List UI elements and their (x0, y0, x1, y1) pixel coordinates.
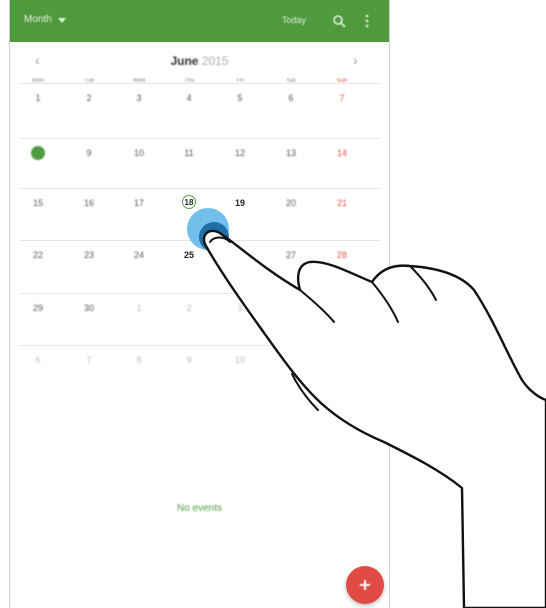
date-cell[interactable]: 5 (327, 303, 357, 313)
date-cell[interactable]: 1 (23, 93, 53, 103)
date-cell[interactable]: 27 (276, 250, 306, 260)
date-cell[interactable]: 26 (225, 250, 255, 260)
calendar-screen: Month Today ‹ June 2015 › Mon Tue Wed Thu Fr… (9, 0, 390, 608)
date-cell[interactable]: 11 (276, 355, 306, 365)
date-cell[interactable]: 23 (74, 250, 104, 260)
month-grid: 1234567891011121314151617181920212223242… (10, 0, 389, 400)
date-cell[interactable]: 9 (74, 148, 104, 158)
date-cell[interactable]: 20 (276, 198, 306, 208)
date-cell[interactable]: 24 (124, 250, 154, 260)
date-cell[interactable]: 1 (124, 303, 154, 313)
date-cell[interactable]: 2 (174, 303, 204, 313)
selected-date-cell[interactable]: 18 (182, 195, 196, 209)
date-cell[interactable]: 5 (225, 93, 255, 103)
date-cell[interactable]: 2 (74, 93, 104, 103)
date-cell[interactable]: 11 (174, 148, 204, 158)
date-cell[interactable]: 3 (124, 93, 154, 103)
date-cell[interactable]: 4 (174, 93, 204, 103)
date-cell[interactable]: 15 (23, 198, 53, 208)
date-cell[interactable]: 9 (174, 355, 204, 365)
date-cell[interactable]: 4 (276, 303, 306, 313)
date-cell[interactable]: 6 (276, 93, 306, 103)
week-divider (20, 345, 380, 346)
date-cell[interactable]: 16 (74, 198, 104, 208)
add-event-button[interactable] (346, 566, 384, 604)
week-divider (20, 293, 380, 294)
date-cell[interactable]: 25 (174, 250, 204, 260)
date-cell[interactable]: 8 (124, 355, 154, 365)
no-events-label: No events (176, 503, 223, 514)
date-cell[interactable]: 29 (23, 303, 53, 313)
date-cell[interactable]: 7 (327, 93, 357, 103)
date-cell[interactable]: 12 (225, 148, 255, 158)
date-cell[interactable]: 6 (23, 355, 53, 365)
date-cell[interactable]: 17 (124, 198, 154, 208)
date-cell[interactable]: 10 (225, 355, 255, 365)
today-date-cell[interactable]: 8 (31, 146, 45, 160)
plus-icon (360, 580, 370, 590)
date-cell[interactable]: 30 (74, 303, 104, 313)
week-divider (20, 240, 380, 241)
date-cell[interactable]: 7 (74, 355, 104, 365)
date-cell[interactable]: 10 (124, 148, 154, 158)
date-cell[interactable]: 22 (23, 250, 53, 260)
date-cell[interactable]: 19 (225, 198, 255, 208)
week-divider (20, 138, 380, 139)
week-divider (20, 83, 380, 84)
date-cell[interactable]: 21 (327, 198, 357, 208)
date-cell[interactable]: 3 (225, 303, 255, 313)
date-cell[interactable]: 28 (327, 250, 357, 260)
date-cell[interactable]: 13 (276, 148, 306, 158)
date-cell[interactable]: 14 (327, 148, 357, 158)
week-divider (20, 188, 380, 189)
date-cell[interactable]: 12 (327, 355, 357, 365)
